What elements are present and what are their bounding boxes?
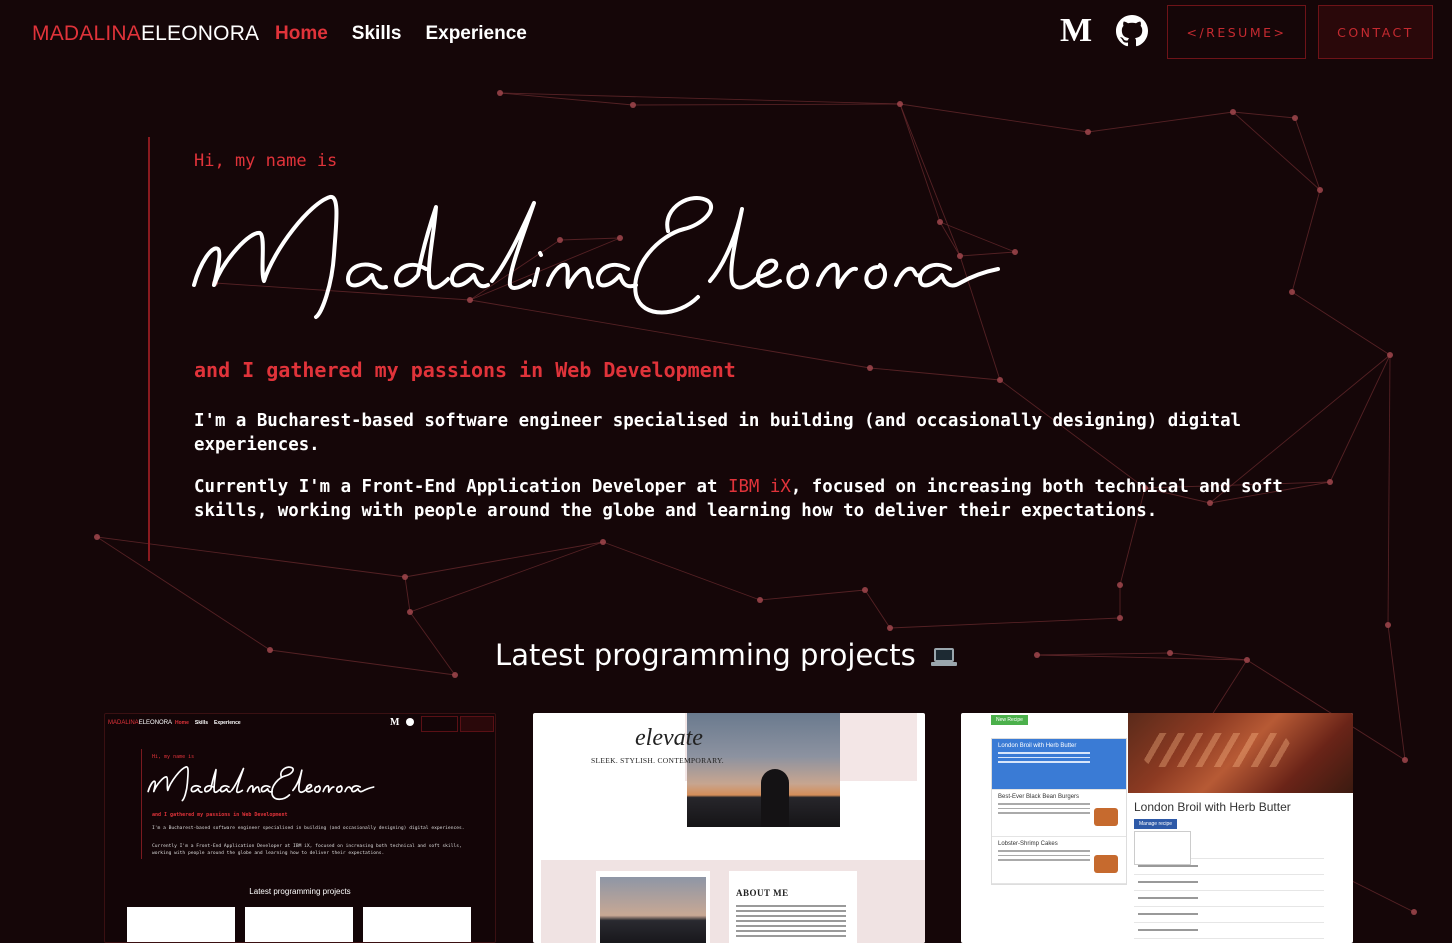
- about-text-lines: [736, 905, 846, 940]
- mini-tagline: and I gathered my passions in Web Develo…: [152, 812, 288, 818]
- signature-name: [192, 195, 1000, 319]
- mini-bio-2: Currently I'm a Front-End Application De…: [152, 844, 462, 856]
- network-node: [402, 574, 408, 580]
- portrait-photo: [600, 877, 706, 943]
- nav-link-experience[interactable]: Experience: [425, 23, 526, 45]
- mini-nav: Home Skills Experience: [175, 720, 241, 726]
- network-node: [862, 587, 868, 593]
- project-card-elevate[interactable]: elevate SLEEK. STYLISH. CONTEMPORARY. AB…: [533, 713, 925, 943]
- contact-button[interactable]: CONTACT: [1318, 5, 1433, 59]
- projects-heading: Latest programming projects: [0, 638, 1452, 672]
- network-node: [887, 625, 893, 631]
- medium-icon[interactable]: M: [1060, 14, 1092, 48]
- network-edge: [759, 589, 866, 601]
- network-node: [497, 90, 503, 96]
- network-node: [1292, 115, 1298, 121]
- network-node: [1385, 622, 1391, 628]
- recipe-list: London Broil with Herb Butter Best-Ever …: [991, 738, 1127, 885]
- nav-link-skills[interactable]: Skills: [352, 23, 402, 45]
- mini-nav-experience: Experience: [213, 720, 241, 726]
- laptop-icon: [930, 648, 957, 666]
- network-node: [1387, 352, 1393, 358]
- mini-nav-home: Home: [175, 720, 189, 726]
- mini-signature: [147, 765, 375, 802]
- recipe-thumbnail: [1094, 855, 1118, 873]
- brand-first-name: MADALINA: [32, 22, 141, 45]
- brand-logo[interactable]: MADALINAELEONORA: [32, 22, 259, 46]
- resume-button[interactable]: </RESUME>: [1167, 5, 1306, 59]
- recipe-detail-title: London Broil with Herb Butter: [1134, 800, 1291, 814]
- network-node: [94, 534, 100, 540]
- recipe-list-item: Best-Ever Black Bean Burgers: [992, 790, 1126, 837]
- network-edge: [1087, 111, 1234, 133]
- project-card-recipes[interactable]: New Recipe London Broil with Herb Butter…: [961, 713, 1353, 943]
- network-node: [1117, 615, 1123, 621]
- recipe-list-item: Lobster-Shrimp Cakes: [992, 837, 1126, 884]
- elevate-logo: elevate: [635, 725, 703, 751]
- recipe-thumbnail: [1094, 808, 1118, 826]
- network-node: [630, 102, 636, 108]
- ingredient-list: [1134, 858, 1324, 943]
- brand-last-name: ELEONORA: [140, 22, 260, 45]
- bio-paragraph-1: I'm a Bucharest-based software engineer …: [194, 411, 1242, 455]
- nav-link-home[interactable]: Home: [275, 23, 328, 45]
- nav-links: Home Skills Experience: [275, 23, 527, 45]
- network-edge: [404, 576, 411, 613]
- network-edge: [864, 589, 891, 629]
- top-navbar: MADALINAELEONORA Home Skills Experience …: [0, 0, 1452, 70]
- mini-brand: MADALINAELEONORA: [108, 720, 173, 726]
- network-edge: [1232, 111, 1296, 119]
- mini-projects-title: Latest programming projects: [249, 887, 351, 896]
- projects-title-text: Latest programming projects: [495, 638, 916, 672]
- new-recipe-button: New Recipe: [991, 715, 1028, 725]
- mini-github-icon: [406, 718, 414, 726]
- manage-recipe-button: Manage recipe: [1134, 819, 1178, 829]
- network-node: [757, 597, 763, 603]
- manage-dropdown: [1134, 831, 1191, 865]
- network-edge: [899, 103, 1089, 133]
- network-node: [1085, 129, 1091, 135]
- mini-nav-skills: Skills: [194, 720, 208, 726]
- network-node: [452, 672, 458, 678]
- company-link[interactable]: IBM iX: [728, 477, 791, 497]
- bio-2-prefix: Currently I'm a Front-End Application De…: [194, 477, 728, 497]
- network-node: [897, 101, 903, 107]
- github-icon[interactable]: [1116, 15, 1148, 47]
- mini-greeting: Hi, my name is: [152, 754, 195, 760]
- recipe-list-item: London Broil with Herb Butter: [992, 739, 1126, 790]
- network-edge: [889, 617, 1121, 629]
- mini-divider: [141, 749, 142, 859]
- mini-card: [245, 907, 353, 942]
- mini-bio-1: I'm a Bucharest-based software engineer …: [152, 826, 465, 831]
- network-node: [1411, 909, 1417, 915]
- hero-section: Hi, my name is and I gathered my passion…: [148, 137, 1350, 561]
- network-node: [407, 609, 413, 615]
- bio-paragraph-2: Currently I'm a Front-End Application De…: [194, 475, 1314, 523]
- tagline-text: and I gathered my passions in Web Develo…: [194, 358, 736, 382]
- network-node: [1117, 582, 1123, 588]
- elevate-tagline: SLEEK. STYLISH. CONTEMPORARY.: [591, 756, 724, 765]
- mini-contact-button: [460, 716, 494, 732]
- mini-medium-icon: M: [390, 717, 400, 728]
- silhouette-figure: [761, 769, 789, 827]
- network-edge: [632, 103, 901, 106]
- network-node: [1402, 757, 1408, 763]
- mini-card: [363, 907, 471, 942]
- network-node: [1230, 109, 1236, 115]
- mini-card: [127, 907, 235, 942]
- steak-photo-highlight: [1141, 733, 1291, 767]
- mini-resume-button: [421, 716, 458, 732]
- network-edge: [1387, 354, 1391, 626]
- greeting-text: Hi, my name is: [194, 151, 338, 171]
- about-heading: ABOUT ME: [736, 888, 789, 898]
- project-card-portfolio[interactable]: MADALINAELEONORA Home Skills Experience …: [104, 713, 496, 943]
